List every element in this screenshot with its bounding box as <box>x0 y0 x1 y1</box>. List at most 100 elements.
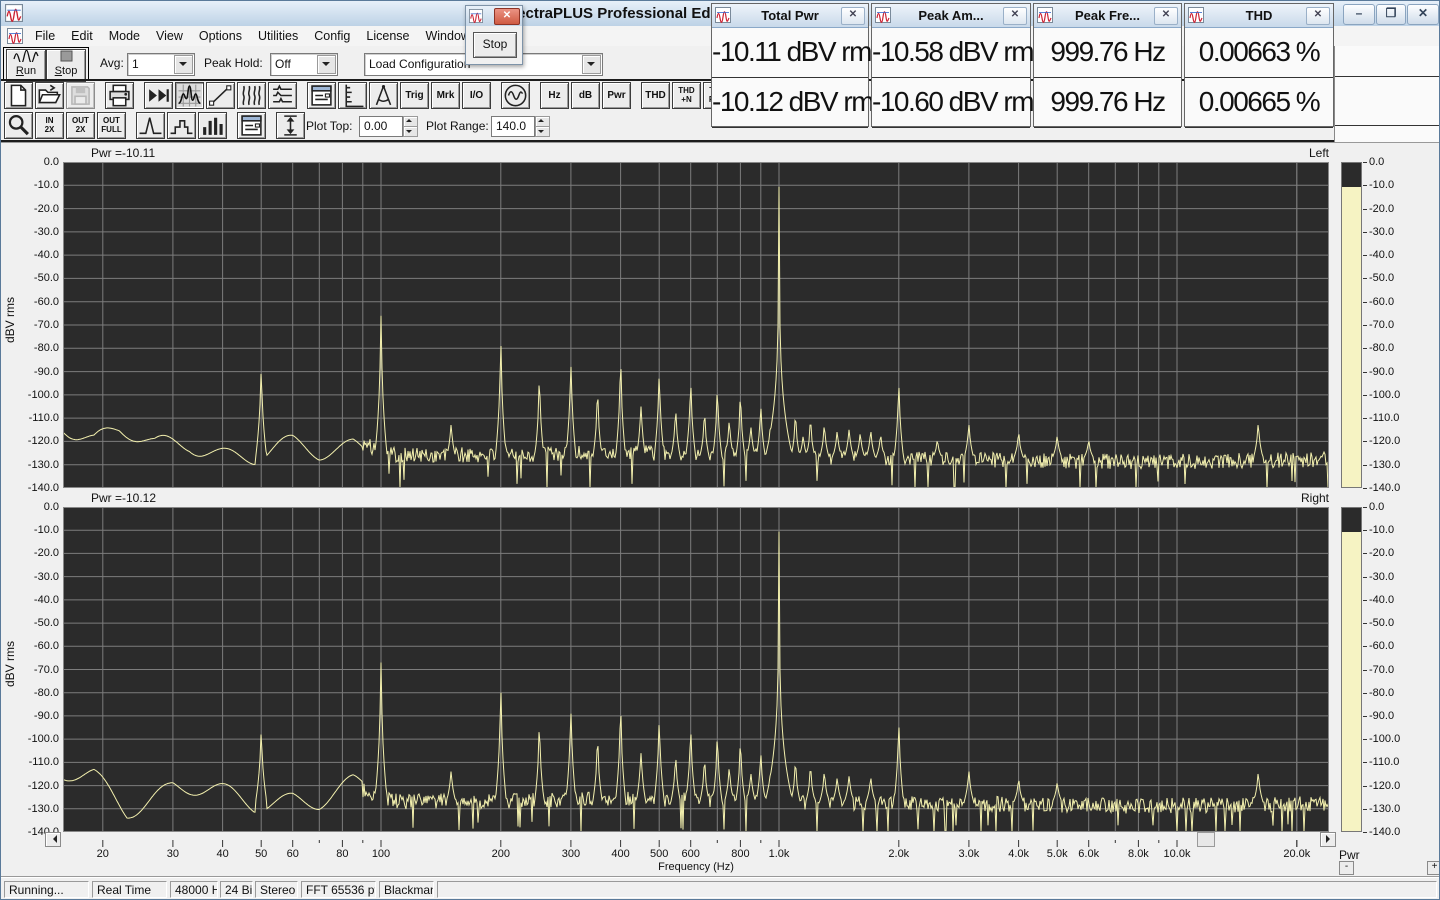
window-title: SpectraPLUS Professional Edition <box>498 5 743 22</box>
spectrum-plot-left[interactable] <box>63 162 1329 488</box>
markers[interactable]: Mrk <box>431 82 460 109</box>
print[interactable] <box>105 82 134 109</box>
panel-close-button[interactable]: ✕ <box>1306 7 1330 25</box>
scroll-right-button[interactable] <box>1320 832 1336 847</box>
thd-plus-n[interactable]: THD +N <box>672 82 701 109</box>
panel-title: Peak Am... <box>918 8 984 23</box>
plot-range-input[interactable]: 140.0 <box>491 116 535 137</box>
meter-tick <box>1363 692 1367 694</box>
y-tick-label: -80.0 <box>33 342 59 355</box>
y-tick-label: -50.0 <box>33 272 59 285</box>
scroll-left-button[interactable] <box>45 832 61 847</box>
spin-down-button[interactable] <box>403 126 418 137</box>
y-tick-label: -70.0 <box>33 319 59 331</box>
meter-tick-label: -60.0 <box>1369 640 1395 653</box>
menu-license[interactable]: License <box>358 26 417 46</box>
spectrum-view[interactable] <box>175 82 204 109</box>
zoom-out-2x[interactable]: OUT 2X <box>66 112 95 139</box>
meter-tick-label: -100.0 <box>1369 388 1401 401</box>
meter-tick-label: -30.0 <box>1369 570 1395 583</box>
restore-button[interactable]: ❐ <box>1376 4 1406 25</box>
panel-titlebar[interactable]: Peak Fre... ✕ <box>1034 4 1181 28</box>
units-pwr[interactable]: Pwr <box>602 82 631 109</box>
peak-hold-select[interactable]: Off <box>270 53 338 76</box>
spectrogram-view[interactable] <box>268 82 297 109</box>
meter-tick-label: -140.0 <box>1369 826 1401 838</box>
panel-close-button[interactable]: ✕ <box>1003 7 1027 25</box>
panel-close-button[interactable]: ✕ <box>1154 7 1178 25</box>
run-button[interactable]: Run <box>6 49 46 82</box>
panel-close-button[interactable]: ✕ <box>841 7 865 25</box>
stop-dialog-close-button[interactable]: ✕ <box>494 8 520 25</box>
phase-view[interactable] <box>206 82 235 109</box>
plot-range-spinner[interactable] <box>535 116 550 137</box>
trigger[interactable]: Trig <box>400 82 429 109</box>
peak-display[interactable] <box>136 112 165 139</box>
meter-tick-label: -130.0 <box>1369 802 1401 815</box>
stop-button[interactable]: Stop <box>46 49 86 82</box>
minimize-button[interactable]: – <box>1343 4 1375 25</box>
menu-mode[interactable]: Mode <box>101 26 148 46</box>
y-tick-label: 0.0 <box>43 156 59 168</box>
menu-file[interactable]: File <box>27 26 63 46</box>
menu-edit[interactable]: Edit <box>63 26 101 46</box>
load-configuration-dropdown-arrow[interactable] <box>582 55 601 74</box>
avg-dropdown-arrow[interactable] <box>174 55 193 74</box>
panel-titlebar[interactable]: Total Pwr ✕ <box>712 4 868 28</box>
scale-settings[interactable] <box>338 82 367 109</box>
spectrum-plot-right[interactable] <box>63 507 1329 832</box>
close-button[interactable]: ✕ <box>1407 4 1439 25</box>
h-scrollbar-thumb[interactable] <box>1197 832 1215 847</box>
display-options-2[interactable] <box>237 112 266 139</box>
y-tick-label: -60.0 <box>33 640 59 653</box>
zoom-tool[interactable] <box>4 112 33 139</box>
app-icon <box>5 4 23 22</box>
menu-view[interactable]: View <box>148 26 191 46</box>
app-icon <box>469 9 483 23</box>
save-file[interactable] <box>66 82 95 109</box>
signal-generator[interactable] <box>501 82 530 109</box>
zoom-out-full[interactable]: OUT FULL <box>97 112 126 139</box>
stop-dialog-titlebar[interactable]: ✕ <box>466 6 522 26</box>
vertical-arrow-icon <box>284 115 297 136</box>
close-icon: ✕ <box>1161 9 1171 20</box>
panel-title: Total Pwr <box>761 8 819 23</box>
plot-top-input[interactable]: 0.00 <box>359 116 403 137</box>
spin-down-button[interactable] <box>535 126 550 137</box>
vertical-range[interactable] <box>276 112 305 139</box>
stop-dialog-stop-button[interactable]: Stop <box>473 32 517 58</box>
menu-utilities[interactable]: Utilities <box>250 26 306 46</box>
units-db[interactable]: dB <box>571 82 600 109</box>
meter-tick <box>1363 441 1367 443</box>
run-continuous[interactable] <box>144 82 173 109</box>
status-segment-6: Blackman <box>379 881 434 898</box>
peak-hold-dropdown-arrow[interactable] <box>317 55 336 74</box>
display-options[interactable] <box>307 82 336 109</box>
y-tick-label: -10.0 <box>33 179 59 192</box>
avg-select[interactable]: 1 <box>127 53 195 76</box>
menu-options[interactable]: Options <box>191 26 250 46</box>
plot-top-spinner[interactable] <box>403 116 418 137</box>
bar-display[interactable] <box>198 112 227 139</box>
zoom-in-2x[interactable]: IN 2X <box>35 112 64 139</box>
panel-titlebar[interactable]: THD ✕ <box>1185 4 1333 28</box>
new-file[interactable] <box>4 82 33 109</box>
save-floppy-icon <box>71 86 90 105</box>
meter-zoom-out-button[interactable]: - <box>1339 861 1354 875</box>
run-button-label: Run <box>15 65 37 77</box>
menu-config[interactable]: Config <box>306 26 358 46</box>
meter-zoom-in-button[interactable]: + <box>1427 861 1439 875</box>
meter-tick-label: -10.0 <box>1369 179 1395 192</box>
waterfall-view[interactable] <box>237 82 266 109</box>
units-hz[interactable]: Hz <box>540 82 569 109</box>
peak-hold-value: Off <box>275 57 291 71</box>
meter-tick <box>1363 301 1367 303</box>
io-device[interactable]: I/O <box>462 82 491 109</box>
thd[interactable]: THD <box>641 82 670 109</box>
x-tick-label: 20 <box>96 848 109 860</box>
panel-titlebar[interactable]: Peak Am... ✕ <box>872 4 1030 28</box>
calipers[interactable] <box>369 82 398 109</box>
x-tick-label: 6.0k <box>1078 848 1100 860</box>
open-file[interactable] <box>35 82 64 109</box>
step-display[interactable] <box>167 112 196 139</box>
